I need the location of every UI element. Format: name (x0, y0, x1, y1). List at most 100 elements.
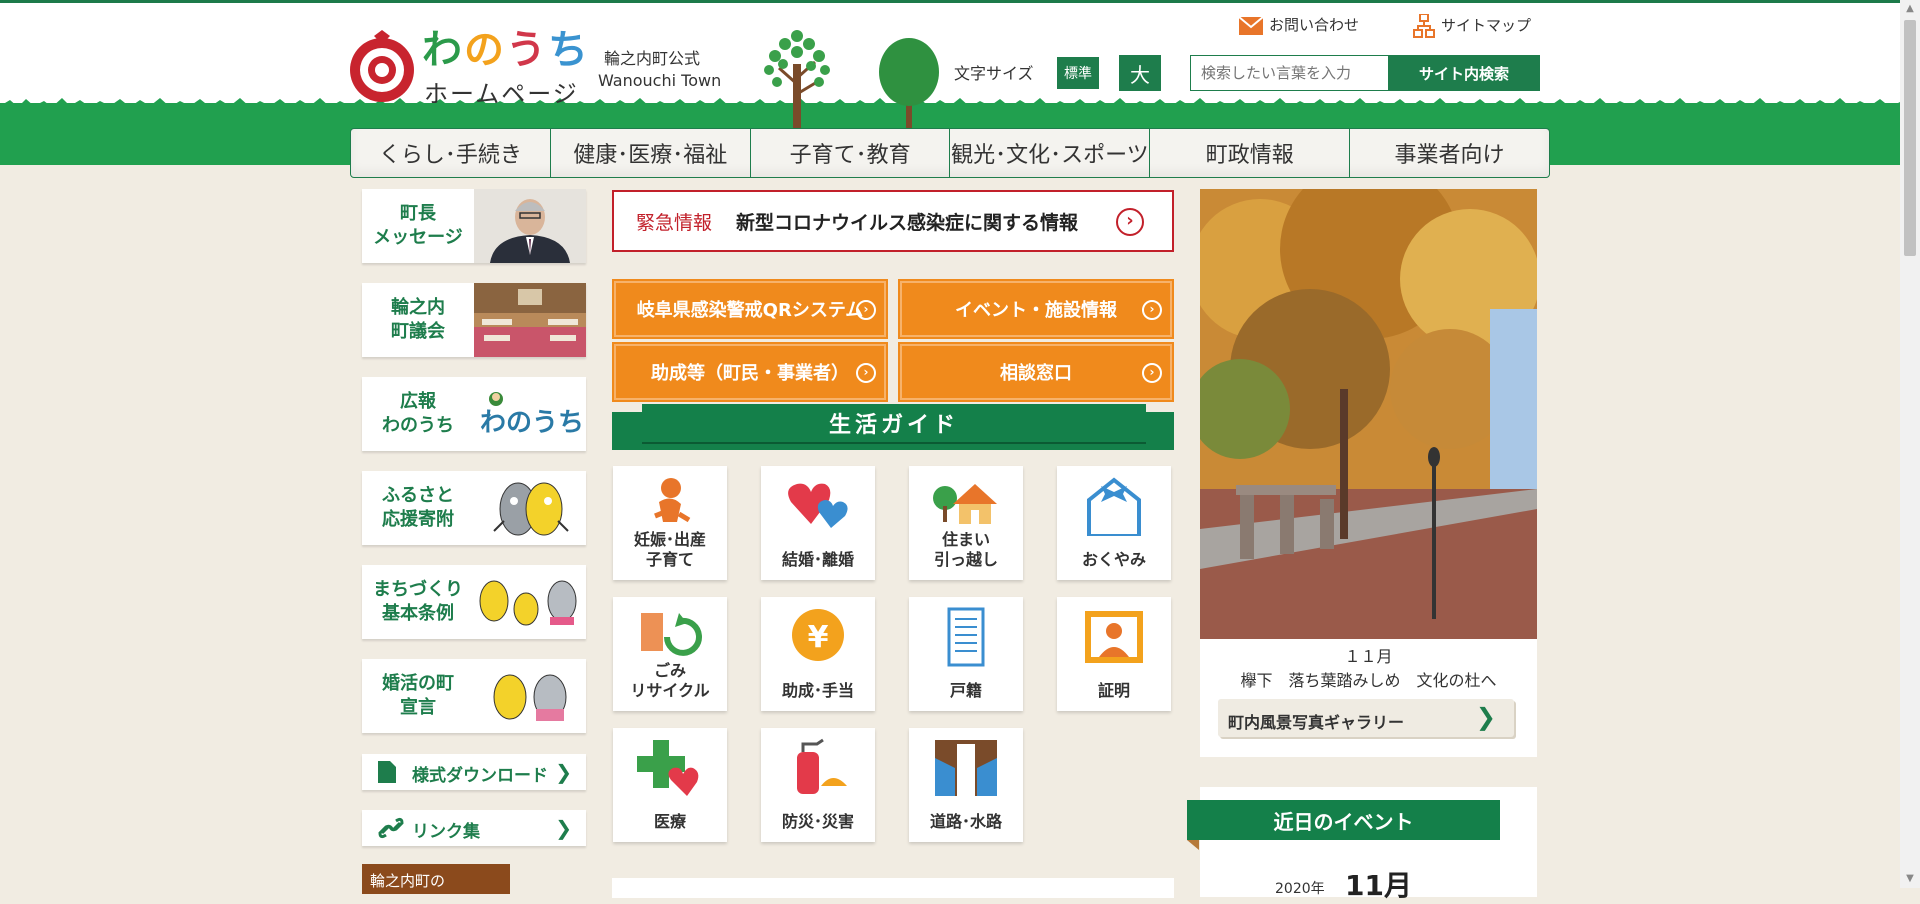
house-icon (933, 484, 997, 524)
card-label: ふるさと 応援寄附 (382, 485, 454, 530)
sitemap-icon (1413, 14, 1435, 38)
guide-tile-disaster[interactable]: 防災･災害 (761, 728, 875, 842)
nav-item-health[interactable]: 健康･医療･福祉 (551, 129, 751, 177)
links-link[interactable]: リンク集 ❯ (362, 810, 586, 846)
button-label: 助成等（町民・事業者） (651, 363, 849, 384)
sitemap-label: サイトマップ (1441, 16, 1532, 35)
sitemap-link[interactable]: サイトマップ (1413, 14, 1531, 38)
subsidy-button[interactable]: 助成等（町民・事業者） › (612, 342, 888, 402)
qr-system-button[interactable]: 岐阜県感染警戒QRシステム › (612, 279, 888, 339)
tile-label: ごみ リサイクル (630, 661, 710, 700)
emergency-info-banner[interactable]: 緊急情報 新型コロナウイルス感染症に関する情報 › (612, 190, 1174, 252)
chevron-right-circle-icon: › (856, 300, 876, 320)
scroll-down-arrow-icon[interactable]: ▼ (1900, 870, 1920, 888)
chevron-right-circle-icon: › (1142, 300, 1162, 320)
nav-item-government[interactable]: 町政情報 (1150, 129, 1351, 177)
events-title: 近日のイベント (1187, 800, 1500, 840)
chevron-right-circle-icon: › (1116, 208, 1144, 236)
photo-caption: 欅下 落ち葉踏みしめ 文化の杜へ (1240, 671, 1497, 690)
town-name-en: Wanouchi Town (598, 71, 722, 90)
fish-mascots-icon (474, 471, 586, 545)
ribbon-fold (1187, 840, 1199, 850)
card-label: 町長 メッセージ (373, 203, 463, 248)
guide-tile-marriage[interactable]: 結婚･離婚 (761, 466, 875, 580)
town-assembly-card[interactable]: 輪之内 町議会 (362, 283, 586, 357)
road-icon (935, 740, 997, 796)
emergency-tag: 緊急情報 (636, 211, 713, 234)
search-input[interactable] (1190, 55, 1388, 91)
tile-label: 防災･災害 (781, 812, 854, 831)
nav-item-living[interactable]: くらし･手続き (351, 129, 551, 177)
contact-link[interactable]: お問い合わせ (1239, 14, 1359, 35)
yen-icon: ¥ (792, 609, 844, 661)
tile-label: 結婚･離婚 (781, 550, 854, 569)
document-icon (378, 761, 396, 783)
tile-label: 戸籍 (949, 681, 982, 700)
guide-tile-certificate[interactable]: 証明 (1057, 597, 1171, 711)
site-logo[interactable]: わのうち ホームページ 輪之内町公式 Wanouchi Town (348, 28, 788, 108)
guide-tile-recycle[interactable]: ごみ リサイクル (613, 597, 727, 711)
events-facilities-button[interactable]: イベント・施設情報 › (898, 279, 1174, 339)
tile-label: 助成･手当 (781, 681, 854, 700)
chevron-right-icon: ❯ (1475, 703, 1496, 731)
mail-icon (1239, 16, 1263, 35)
font-size-standard-button[interactable]: 標準 (1057, 57, 1099, 89)
furusato-donation-card[interactable]: ふるさと 応援寄附 (362, 471, 586, 545)
assembly-photo (474, 283, 586, 357)
button-label: イベント・施設情報 (955, 300, 1117, 321)
card-label: 広報 わのうち (382, 391, 454, 436)
photo-gallery-link[interactable]: 町内風景写真ギャラリー ❯ (1218, 699, 1514, 737)
guide-tile-family-register[interactable]: 戸籍 (909, 597, 1023, 711)
guide-tile-condolence[interactable]: おくやみ (1057, 466, 1171, 580)
mascots-icon (474, 565, 586, 639)
card-label: まちづくり 基本条例 (373, 579, 463, 624)
life-guide-title: 生活ガイド (642, 404, 1146, 442)
town-emblem-icon (350, 30, 414, 102)
event-month: 11月 (1345, 869, 1412, 902)
scroll-thumb[interactable] (1904, 20, 1916, 256)
medical-icon (637, 740, 699, 796)
nav-item-tourism[interactable]: 観光･文化･スポーツ (950, 129, 1151, 177)
guide-tile-housing[interactable]: 住まい 引っ越し (909, 466, 1023, 580)
form-download-link[interactable]: 様式ダウンロード ❯ (362, 754, 586, 790)
photo-caption-box: １１月 欅下 落ち葉踏みしめ 文化の杜へ 町内風景写真ギャラリー ❯ (1200, 639, 1537, 757)
scenery-photo (1200, 189, 1537, 639)
couple-mascots-icon (474, 659, 586, 733)
font-size-label: 文字サイズ (954, 64, 1034, 83)
card-label: 輪之内 町議会 (391, 297, 445, 342)
kouhou-wanouchi-card[interactable]: 広報 わのうち わのうち (362, 377, 586, 451)
guide-tile-subsidy[interactable]: ¥ 助成･手当 (761, 597, 875, 711)
town-history-card[interactable]: 輪之内町の (362, 864, 510, 894)
consultation-button[interactable]: 相談窓口 › (898, 342, 1174, 402)
guide-tile-pregnancy[interactable]: 妊娠･出産 子育て (613, 466, 727, 580)
photo-month: １１月 (1344, 647, 1393, 666)
scroll-up-arrow-icon[interactable]: ▲ (1900, 0, 1920, 18)
site-search-button[interactable]: サイト内検索 (1388, 55, 1540, 91)
konkatsu-declaration-card[interactable]: 婚活の町 宣言 (362, 659, 586, 733)
tile-label: 妊娠･出産 子育て (633, 530, 706, 569)
gallery-label: 町内風景写真ギャラリー (1228, 713, 1405, 732)
links-label: リンク集 (412, 822, 480, 842)
nav-item-childcare[interactable]: 子育て･教育 (751, 129, 951, 177)
font-size-large-button[interactable]: 大 (1119, 55, 1161, 91)
town-name-jp: 輪之内町公式 (604, 49, 701, 68)
tile-label: おくやみ (1081, 550, 1146, 569)
mayor-photo (474, 189, 586, 263)
town-planning-ordinance-card[interactable]: まちづくり 基本条例 (362, 565, 586, 639)
document-icon (947, 607, 985, 667)
event-year: 2020年 (1275, 881, 1325, 897)
chevron-right-icon: ❯ (555, 760, 572, 784)
tile-label: 医療 (653, 812, 686, 831)
portrait-icon (1085, 611, 1143, 663)
button-label: 相談窓口 (1000, 363, 1072, 384)
vertical-scrollbar[interactable]: ▲ ▼ (1900, 0, 1920, 888)
guide-tile-medical[interactable]: 医療 (613, 728, 727, 842)
baby-icon (654, 478, 691, 523)
logo-title: わのうち (422, 27, 590, 73)
chevron-right-icon: ❯ (555, 816, 572, 840)
nav-item-business[interactable]: 事業者向け (1350, 129, 1549, 177)
mayor-message-card[interactable]: 町長 メッセージ (362, 189, 586, 263)
ribbon-house-icon (1087, 477, 1141, 536)
tile-label: 道路･水路 (929, 812, 1002, 831)
guide-tile-roads[interactable]: 道路･水路 (909, 728, 1023, 842)
